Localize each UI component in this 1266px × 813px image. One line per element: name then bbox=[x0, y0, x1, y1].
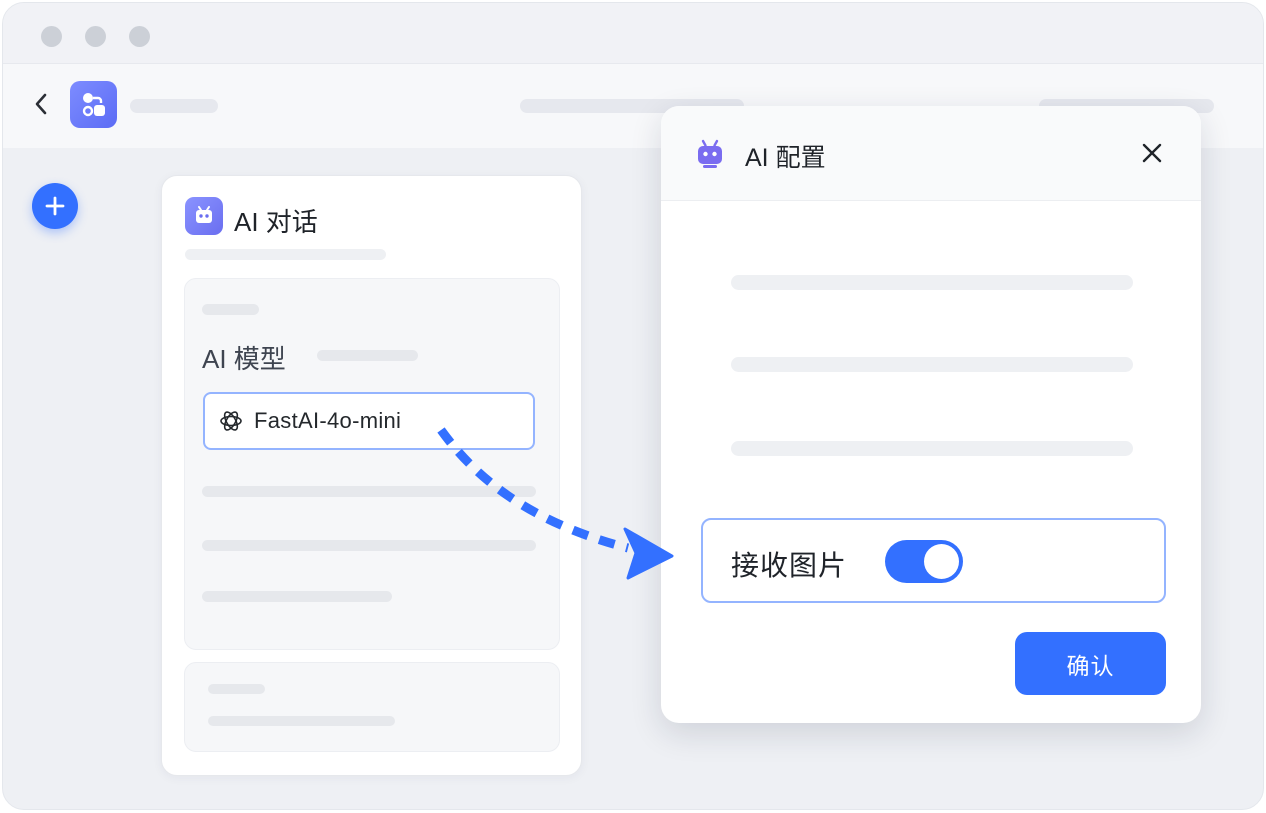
toolbar-placeholder bbox=[130, 99, 218, 113]
toggle-knob bbox=[924, 544, 959, 579]
dialog-title: AI 配置 bbox=[745, 144, 826, 172]
section-label-placeholder bbox=[208, 684, 265, 694]
chevron-left-icon bbox=[35, 93, 47, 115]
robot-icon bbox=[698, 139, 722, 168]
secondary-section bbox=[184, 662, 560, 752]
openai-icon bbox=[220, 411, 242, 431]
add-node-button[interactable] bbox=[32, 183, 78, 229]
field-placeholder bbox=[202, 591, 392, 602]
close-button[interactable] bbox=[1139, 140, 1165, 166]
node-title: AI 对话 bbox=[234, 207, 318, 237]
ai-config-dialog: AI 配置 接收图片 确认 bbox=[661, 106, 1201, 723]
model-section: AI 模型 FastAI-4o-mini bbox=[184, 278, 560, 650]
robot-icon bbox=[196, 206, 212, 223]
window-close-dot[interactable] bbox=[41, 26, 62, 47]
receive-image-label: 接收图片 bbox=[731, 550, 848, 581]
dialog-header: AI 配置 bbox=[661, 106, 1201, 201]
field-placeholder bbox=[208, 716, 395, 726]
app-logo bbox=[70, 81, 117, 128]
ai-chat-node-card[interactable]: AI 对话 AI 模型 FastAI-4o-mini bbox=[161, 175, 582, 776]
setting-placeholder bbox=[731, 275, 1133, 290]
receive-image-setting: 接收图片 bbox=[701, 518, 1166, 603]
field-placeholder bbox=[202, 486, 536, 497]
close-icon bbox=[1142, 143, 1162, 163]
plus-icon bbox=[45, 196, 65, 216]
field-placeholder bbox=[202, 540, 536, 551]
node-icon bbox=[185, 197, 223, 235]
back-button[interactable] bbox=[29, 90, 53, 118]
model-label: AI 模型 bbox=[202, 344, 286, 374]
node-desc-placeholder bbox=[185, 249, 386, 260]
setting-placeholder bbox=[731, 441, 1133, 456]
receive-image-toggle[interactable] bbox=[885, 540, 963, 583]
window-titlebar bbox=[3, 3, 1263, 63]
window-minimize-dot[interactable] bbox=[85, 26, 106, 47]
model-name: FastAI-4o-mini bbox=[254, 408, 402, 433]
model-label-placeholder bbox=[317, 350, 418, 361]
setting-placeholder bbox=[731, 357, 1133, 372]
window-maximize-dot[interactable] bbox=[129, 26, 150, 47]
model-select[interactable]: FastAI-4o-mini bbox=[203, 392, 535, 450]
section-label-placeholder bbox=[202, 304, 259, 315]
workflow-icon bbox=[82, 92, 105, 116]
confirm-button[interactable]: 确认 bbox=[1015, 632, 1166, 695]
